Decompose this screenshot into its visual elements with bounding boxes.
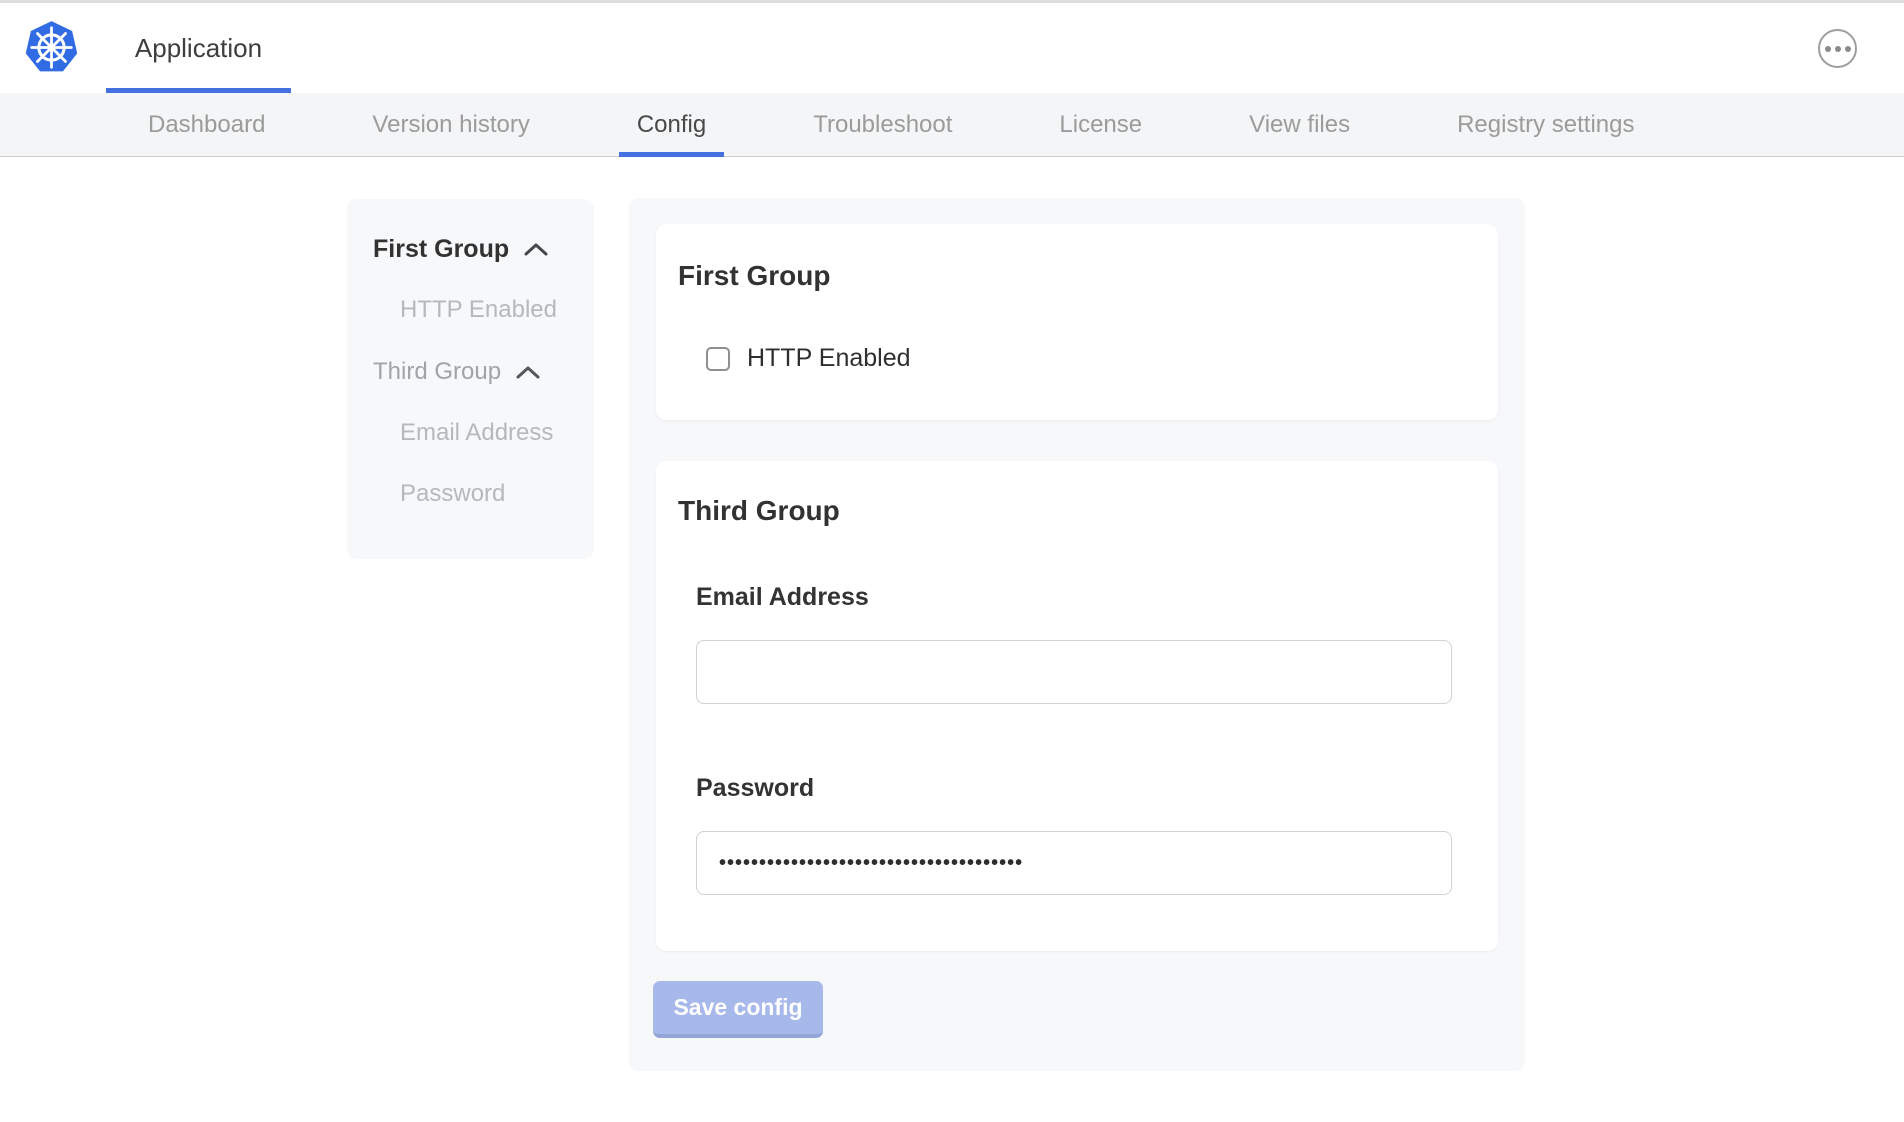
tab-registry-settings-label: Registry settings bbox=[1457, 111, 1634, 139]
group-title-third: Third Group bbox=[678, 495, 840, 527]
tab-view-files-label: View files bbox=[1249, 111, 1350, 139]
save-config-button[interactable]: Save config bbox=[653, 981, 823, 1038]
sidebar-item-email-address[interactable]: Email Address bbox=[400, 418, 553, 448]
config-page-content: First Group HTTP Enabled Third Group Ema… bbox=[0, 157, 1904, 1121]
sidebar-item-password-label: Password bbox=[400, 480, 505, 508]
kubernetes-logo-icon bbox=[24, 20, 79, 75]
application-tab[interactable]: Application bbox=[106, 3, 291, 93]
tab-dashboard[interactable]: Dashboard bbox=[130, 93, 283, 156]
sidebar-item-http-enabled-label: HTTP Enabled bbox=[400, 296, 557, 324]
tab-license-label: License bbox=[1059, 111, 1142, 139]
chevron-up-icon bbox=[514, 364, 542, 381]
overflow-menu-button[interactable] bbox=[1818, 29, 1857, 68]
http-enabled-field: HTTP Enabled bbox=[706, 344, 911, 373]
tab-license[interactable]: License bbox=[1041, 93, 1160, 156]
application-tab-label: Application bbox=[135, 33, 262, 64]
ellipsis-icon bbox=[1825, 46, 1851, 52]
sidebar-group-third-group[interactable]: Third Group bbox=[373, 357, 542, 387]
tab-version-history[interactable]: Version history bbox=[354, 93, 547, 156]
tab-troubleshoot-label: Troubleshoot bbox=[813, 111, 952, 139]
config-group-card-third: Third Group Email Address Password bbox=[656, 461, 1498, 951]
http-enabled-checkbox[interactable] bbox=[706, 347, 730, 371]
group-title-first: First Group bbox=[678, 260, 830, 292]
tab-view-files[interactable]: View files bbox=[1231, 93, 1368, 156]
sidebar-item-password[interactable]: Password bbox=[400, 479, 505, 509]
password-label: Password bbox=[696, 774, 814, 803]
sidebar-item-http-enabled[interactable]: HTTP Enabled bbox=[400, 295, 557, 325]
password-input[interactable] bbox=[696, 831, 1452, 895]
config-group-card-first: First Group HTTP Enabled bbox=[656, 224, 1498, 420]
tab-registry-settings[interactable]: Registry settings bbox=[1439, 93, 1652, 156]
config-nav-sidebar: First Group HTTP Enabled Third Group Ema… bbox=[347, 199, 594, 559]
app-nav-bar: Dashboard Version history Config Trouble… bbox=[0, 93, 1904, 157]
tab-config-label: Config bbox=[637, 111, 706, 139]
tab-dashboard-label: Dashboard bbox=[148, 111, 265, 139]
http-enabled-checkbox-label[interactable]: HTTP Enabled bbox=[747, 344, 911, 373]
sidebar-group-first-group-label: First Group bbox=[373, 235, 509, 264]
tab-config[interactable]: Config bbox=[619, 93, 724, 156]
tab-version-history-label: Version history bbox=[372, 111, 529, 139]
sidebar-item-email-address-label: Email Address bbox=[400, 419, 553, 447]
email-address-input[interactable] bbox=[696, 640, 1452, 704]
chevron-up-icon bbox=[522, 241, 550, 258]
config-form-panel: First Group HTTP Enabled Third Group Ema… bbox=[629, 198, 1525, 1071]
sidebar-group-first-group[interactable]: First Group bbox=[373, 234, 550, 264]
app-header: Application bbox=[0, 3, 1904, 93]
tab-troubleshoot[interactable]: Troubleshoot bbox=[795, 93, 970, 156]
sidebar-group-third-group-label: Third Group bbox=[373, 358, 501, 386]
email-address-label: Email Address bbox=[696, 583, 869, 612]
